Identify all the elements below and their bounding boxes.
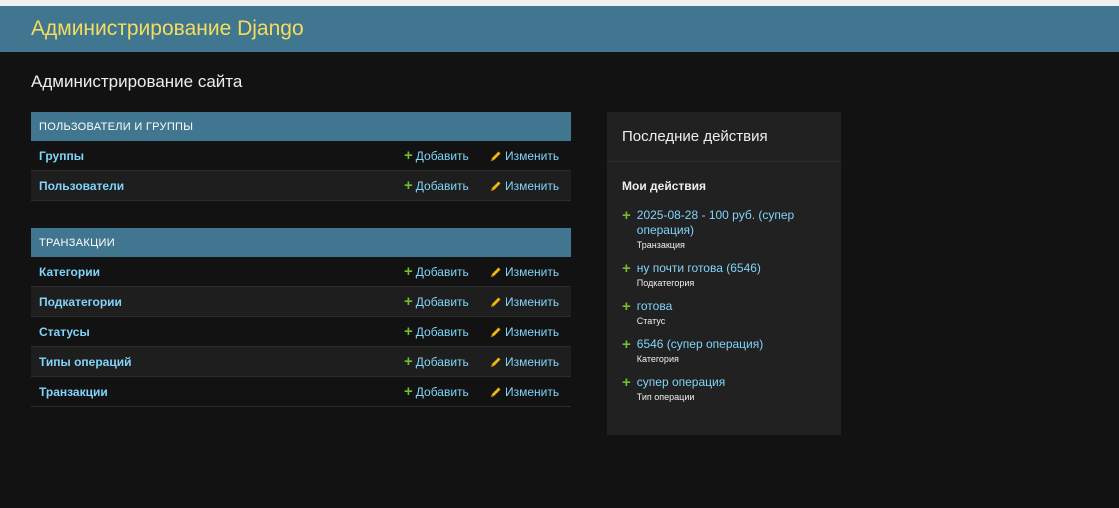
my-actions-heading: Мои действия <box>622 179 707 193</box>
model-link-transactions[interactable]: Транзакции <box>31 385 108 399</box>
plus-icon: + <box>622 207 631 224</box>
module-caption[interactable]: Пользователи и группы <box>31 112 571 141</box>
module-users-groups: Пользователи и группы Группы + Добавить … <box>31 112 571 201</box>
change-button[interactable]: Изменить <box>490 355 559 369</box>
model-link-groups[interactable]: Группы <box>31 149 84 163</box>
plus-icon: + <box>404 293 413 310</box>
add-button[interactable]: + Добавить <box>404 324 469 339</box>
recent-actions-panel: Последние действия Мои действия + 2025-0… <box>607 112 841 435</box>
pencil-icon <box>491 181 501 191</box>
change-button[interactable]: Изменить <box>490 295 559 309</box>
add-label: Добавить <box>415 294 469 309</box>
change-label: Изменить <box>505 384 560 399</box>
plus-icon: + <box>622 336 631 353</box>
module-transactions: Транзакции Категории + Добавить Изменить… <box>31 228 571 407</box>
plus-icon: + <box>622 374 631 391</box>
change-button[interactable]: Изменить <box>490 179 559 193</box>
table-row: Категории + Добавить Изменить <box>31 257 571 287</box>
add-label: Добавить <box>415 178 469 193</box>
add-button[interactable]: + Добавить <box>404 384 469 399</box>
add-button[interactable]: + Добавить <box>404 264 469 279</box>
recent-actions-title: Последние действия <box>607 112 841 162</box>
plus-icon: + <box>404 263 413 280</box>
list-item: + супер операция Тип операции <box>622 375 832 402</box>
change-button[interactable]: Изменить <box>490 265 559 279</box>
add-button[interactable]: + Добавить <box>404 294 469 309</box>
plus-icon: + <box>622 260 631 277</box>
action-link[interactable]: 6546 (супер операция) <box>637 337 763 352</box>
add-button[interactable]: + Добавить <box>404 354 469 369</box>
list-item: + готова Статус <box>622 299 832 326</box>
table-row: Подкатегории + Добавить Изменить <box>31 287 571 317</box>
model-link-operation-types[interactable]: Типы операций <box>31 355 131 369</box>
list-item: + 2025-08-28 - 100 руб. (супер операция)… <box>622 208 832 250</box>
pencil-icon <box>491 267 501 277</box>
pencil-icon <box>491 151 501 161</box>
list-item: + ну почти готова (6546) Подкатегория <box>622 261 832 288</box>
add-label: Добавить <box>415 384 469 399</box>
change-button[interactable]: Изменить <box>490 385 559 399</box>
add-button[interactable]: + Добавить <box>404 148 469 163</box>
change-button[interactable]: Изменить <box>490 325 559 339</box>
change-label: Изменить <box>505 178 560 193</box>
pencil-icon <box>491 297 501 307</box>
plus-icon: + <box>622 298 631 315</box>
table-row: Транзакции + Добавить Изменить <box>31 377 571 407</box>
action-type: Категория <box>636 354 679 364</box>
model-link-categories[interactable]: Категории <box>31 265 100 279</box>
action-type: Транзакция <box>636 240 685 250</box>
table-row: Типы операций + Добавить Изменить <box>31 347 571 377</box>
change-button[interactable]: Изменить <box>490 149 559 163</box>
model-link-statuses[interactable]: Статусы <box>31 325 90 339</box>
action-type: Подкатегория <box>636 278 695 288</box>
site-name[interactable]: Администрирование Django <box>31 17 304 41</box>
action-type: Тип операции <box>636 392 695 402</box>
add-label: Добавить <box>415 324 469 339</box>
model-link-subcategories[interactable]: Подкатегории <box>31 295 122 309</box>
header: Администрирование Django <box>0 6 1119 52</box>
action-link[interactable]: готова <box>637 299 672 314</box>
action-link[interactable]: супер операция <box>637 375 725 390</box>
module-caption[interactable]: Транзакции <box>31 228 571 257</box>
add-label: Добавить <box>415 354 469 369</box>
add-label: Добавить <box>415 148 469 163</box>
action-link[interactable]: 2025-08-28 - 100 руб. (супер операция) <box>637 208 832 238</box>
change-label: Изменить <box>505 354 560 369</box>
add-button[interactable]: + Добавить <box>404 178 469 193</box>
pencil-icon <box>491 327 501 337</box>
plus-icon: + <box>404 323 413 340</box>
table-row: Пользователи + Добавить Изменить <box>31 171 571 201</box>
pencil-icon <box>491 387 501 397</box>
action-type: Статус <box>636 316 666 326</box>
change-label: Изменить <box>505 324 560 339</box>
add-label: Добавить <box>415 264 469 279</box>
table-row: Группы + Добавить Изменить <box>31 141 571 171</box>
action-list: + 2025-08-28 - 100 руб. (супер операция)… <box>622 208 832 413</box>
change-label: Изменить <box>505 294 560 309</box>
page-title: Администрирование сайта <box>31 72 243 91</box>
plus-icon: + <box>404 383 413 400</box>
table-row: Статусы + Добавить Изменить <box>31 317 571 347</box>
change-label: Изменить <box>505 148 560 163</box>
plus-icon: + <box>404 147 413 164</box>
action-link[interactable]: ну почти готова (6546) <box>637 261 761 276</box>
model-link-users[interactable]: Пользователи <box>31 179 124 193</box>
plus-icon: + <box>404 353 413 370</box>
change-label: Изменить <box>505 264 560 279</box>
plus-icon: + <box>404 177 413 194</box>
pencil-icon <box>491 357 501 367</box>
list-item: + 6546 (супер операция) Категория <box>622 337 832 364</box>
